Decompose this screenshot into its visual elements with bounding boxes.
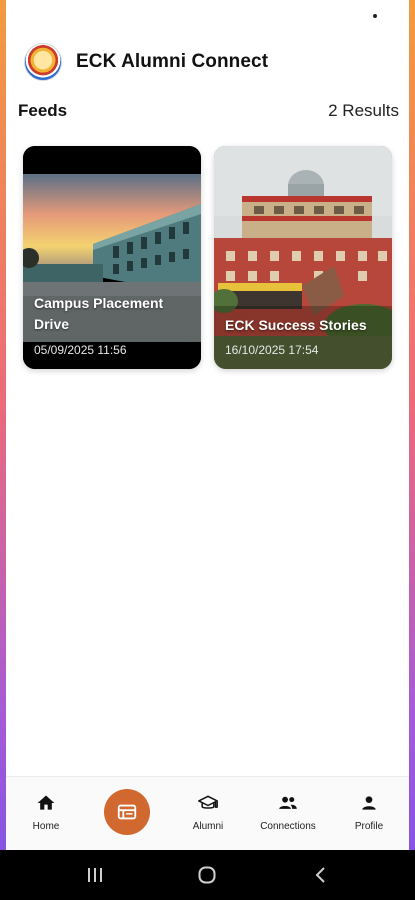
feeds-icon — [117, 804, 137, 820]
nav-feeds-button[interactable] — [104, 789, 150, 835]
feed-card-image — [23, 146, 201, 369]
app-title: ECK Alumni Connect — [76, 51, 269, 72]
system-navigation-bar — [0, 850, 415, 900]
feeds-title: Feeds — [18, 101, 68, 120]
bottom-navigation: Home Alumni Connections Profile — [6, 776, 409, 850]
recent-apps-icon[interactable] — [85, 865, 105, 885]
results-count: 2 Results — [328, 101, 399, 120]
feed-card-date: 05/09/2025 11:56 — [34, 343, 127, 357]
feeds-header: Feeds 2 Results — [18, 100, 399, 122]
college-logo — [24, 43, 62, 81]
app-header: ECK Alumni Connect — [6, 40, 409, 84]
nav-home-label: Home — [32, 821, 60, 832]
people-icon — [279, 796, 297, 809]
feed-card-date: 16/10/2025 17:54 — [225, 343, 319, 357]
nav-profile[interactable]: Profile — [329, 793, 409, 832]
home-icon — [37, 795, 55, 810]
feed-card-success-stories[interactable]: ECK Success Stories 16/10/2025 17:54 — [214, 146, 392, 369]
feed-card-campus-placement[interactable]: Campus Placement Drive 05/09/2025 11:56 — [23, 146, 201, 369]
system-home-icon[interactable] — [197, 865, 217, 885]
feed-card-title: ECK Success Stories — [225, 317, 367, 333]
back-icon[interactable] — [311, 865, 331, 885]
person-icon — [362, 796, 376, 810]
graduation-cap-icon — [198, 795, 218, 809]
nav-alumni[interactable]: Alumni — [168, 793, 248, 832]
nav-profile-label: Profile — [354, 821, 384, 832]
status-indicator — [373, 14, 377, 18]
nav-connections[interactable]: Connections — [248, 793, 328, 832]
feed-card-title: Campus Placement Drive — [34, 295, 164, 332]
app-screen: ECK Alumni Connect Feeds 2 Results Campu… — [6, 0, 409, 850]
nav-home[interactable]: Home — [6, 793, 86, 832]
nav-alumni-label: Alumni — [192, 821, 224, 832]
nav-connections-label: Connections — [260, 821, 316, 832]
